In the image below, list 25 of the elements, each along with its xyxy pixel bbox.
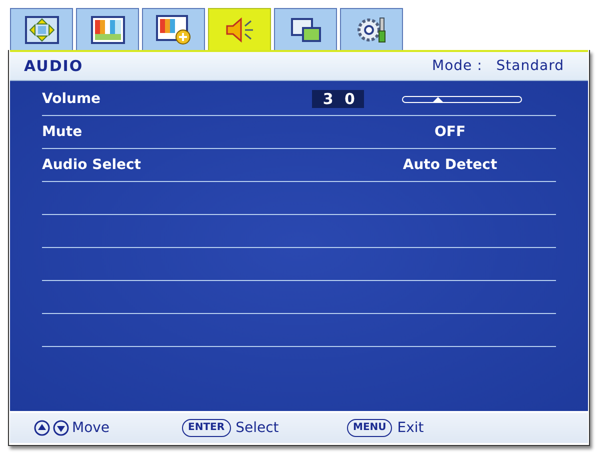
key-label: MENU <box>347 419 392 437</box>
menu-item-label[interactable]: Audio Select <box>42 157 304 173</box>
menu-tab[interactable] <box>274 8 337 50</box>
menu-item-label[interactable]: Volume <box>42 91 304 107</box>
setting-value: Auto Detect <box>402 157 498 173</box>
menu-item-label[interactable]: Mute <box>42 124 304 140</box>
menu-tab[interactable] <box>208 8 271 50</box>
key-label: ENTER <box>182 419 231 437</box>
move-arrows-icon <box>24 16 58 44</box>
menu-title: AUDIO <box>24 57 84 75</box>
setting-value: OFF <box>433 124 467 140</box>
hint-text: Move <box>72 420 110 436</box>
gear-wrench-icon <box>354 14 388 44</box>
windows-icon <box>288 16 322 44</box>
mode-value: Standard <box>496 58 564 74</box>
volume-slider[interactable] <box>402 96 522 102</box>
menu-tab[interactable] <box>10 8 73 50</box>
color-bars-icon <box>90 16 124 44</box>
mode-label: Mode : <box>432 58 482 74</box>
menu-tab[interactable] <box>340 8 403 50</box>
hint-text: Exit <box>397 420 424 436</box>
hint-text: Select <box>236 420 279 436</box>
menu-tab[interactable] <box>76 8 139 50</box>
volume-value: 3 0 <box>312 90 364 108</box>
menu-tab[interactable] <box>142 8 205 50</box>
